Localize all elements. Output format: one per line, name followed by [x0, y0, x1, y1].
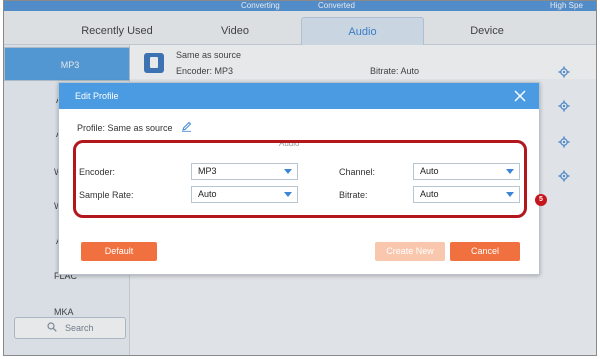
cancel-button[interactable]: Cancel: [450, 242, 520, 261]
annotation-highlight-box: [73, 140, 527, 218]
profile-value: Same as source: [107, 123, 173, 133]
dialog-header: Edit Profile: [59, 83, 539, 109]
annotation-step-badge: 5: [535, 194, 547, 206]
create-new-button[interactable]: Create New: [375, 242, 445, 261]
close-icon[interactable]: [513, 89, 527, 103]
pencil-icon[interactable]: [181, 121, 192, 132]
dialog-title: Edit Profile: [75, 91, 119, 101]
profile-label: Profile:: [77, 123, 106, 133]
default-button[interactable]: Default: [81, 242, 157, 261]
profile-line: Profile: Same as source: [77, 123, 173, 133]
